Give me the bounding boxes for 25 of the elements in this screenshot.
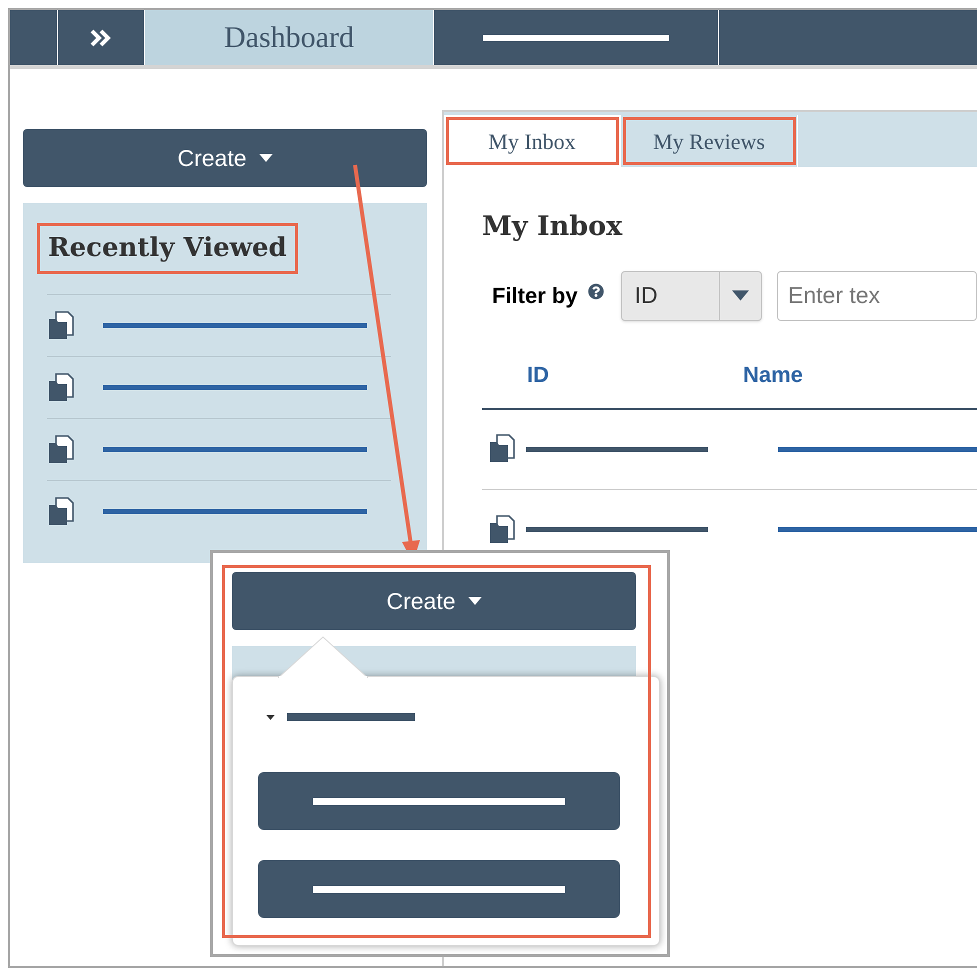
recently-viewed-heading: Recently Viewed bbox=[37, 223, 298, 274]
caret-down-icon bbox=[468, 597, 482, 605]
document-icon bbox=[47, 372, 75, 402]
create-button[interactable]: Create bbox=[232, 572, 636, 630]
dashboard-tab[interactable]: Dashboard bbox=[145, 10, 433, 65]
document-icon bbox=[47, 496, 75, 526]
create-button[interactable]: Create bbox=[23, 129, 427, 187]
menu-option-button[interactable] bbox=[258, 860, 620, 918]
document-icon bbox=[488, 434, 516, 464]
document-icon bbox=[488, 514, 516, 544]
menu-option-button[interactable] bbox=[258, 772, 620, 830]
filter-dropdown[interactable]: ID bbox=[620, 270, 762, 320]
search-field[interactable]: Enter tex bbox=[777, 270, 977, 320]
document-icon bbox=[47, 310, 75, 340]
tab[interactable]: My Reviews bbox=[621, 115, 798, 167]
caret-down-icon bbox=[266, 714, 275, 720]
column-header[interactable]: Name bbox=[743, 358, 803, 391]
document-icon bbox=[47, 434, 75, 464]
double-chevron-icon bbox=[89, 28, 113, 48]
column-header[interactable]: ID bbox=[527, 358, 743, 391]
tab[interactable]: My Inbox bbox=[444, 115, 621, 167]
caret-down-icon bbox=[732, 290, 749, 301]
caret-down-icon bbox=[258, 154, 273, 162]
inbox-heading: My Inbox bbox=[482, 210, 624, 244]
filter-label: Filter by bbox=[492, 282, 578, 310]
